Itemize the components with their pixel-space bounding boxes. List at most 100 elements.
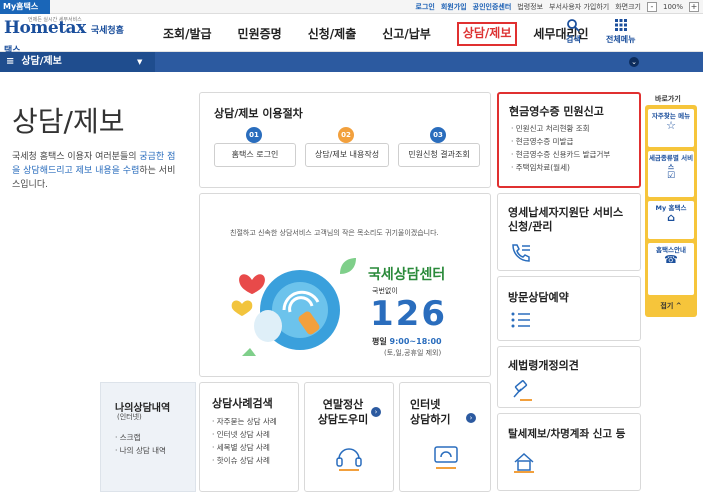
logo-tagline: 언제든 실시간 세무서비스 [28,17,82,23]
case-search-list: · 자주묻는 상담 사례 · 인터넷 상담 사례 · 세목별 상담 사례 · 핫… [212,415,277,467]
sub-menu-text: 상담/제보 [21,56,62,67]
case-search-title: 상담사례검색 [212,397,273,410]
procedure-title: 상담/제보 이용절차 [214,107,303,120]
list-item[interactable]: · 현금영수증 미발급 [511,135,610,148]
phone-list-icon [512,244,530,262]
zoom-out-button[interactable]: - [646,2,657,12]
hours-note: (토,일,공휴일 제외) [384,349,442,357]
check-icon: ☑ [666,171,676,181]
my-hometax-link[interactable]: My 홈택스 ⌂ [648,201,694,239]
signup-link[interactable]: 회원가입 [441,1,467,13]
list-item[interactable]: · 주택임차료(월세) [511,161,610,174]
hamburger-icon: ≡ [6,56,15,67]
hours-row: 평일 9:00~18:00 [372,337,442,346]
screen-size-label: 화면크기 [615,3,641,11]
call-center-banner: 친절하고 신속한 상담서비스 고객님의 작은 목소리도 귀기울이겠습니다. 국세… [199,193,491,377]
sub-menu-bar: ≡ 상담/제보 ▼ ⌄ [0,52,703,72]
center-name: 국세상담센터 [368,267,446,283]
search-icon [567,19,580,32]
dept-user-link[interactable]: 부서사용자 가입하기 [549,1,609,13]
tax-evasion-report-card[interactable]: 탈세제보/차명계좌 신고 등 [497,413,641,491]
list-item[interactable]: · 자주묻는 상담 사례 [212,415,277,428]
caret-down-icon: ▼ [137,58,143,66]
leaf-icon [340,258,356,274]
top-links: 로그인 회원가입 공인인증센터 법령정보 부서사용자 가입하기 화면크기 - 1… [416,1,699,13]
list-item[interactable]: · 나의 상담 내역 [115,444,166,457]
list-item[interactable]: · 핫이슈 상담 사례 [212,454,277,467]
list-item[interactable]: · 인터넷 상담 사례 [212,428,277,441]
grid-menu-icon [614,19,627,31]
step-login[interactable]: 홈택스 로그인 [214,143,296,167]
quick-link-panel: 자주찾는 메뉴 ☆ 세금종류별 서비스 ☑ My 홈택스 ⌂ 홈택스안내 ☎ 접… [645,105,697,317]
fold-button[interactable]: 접기 ^ [645,301,697,311]
procedure-panel: 상담/제보 이용절차 01 홈택스 로그인 02 상담/제보 내용작성 03 민… [199,92,491,188]
hometax-guide-link[interactable]: 홈택스안내 ☎ [648,243,694,295]
page-description: 국세청 홈택스 이용자 여러분들의 궁금한 점을 상담해드리고 제보 내용을 수… [12,152,176,190]
gavel-icon [513,380,532,401]
card-title: 탈세제보/차명계좌 신고 등 [508,428,626,440]
my-consult-list: · 스크랩 · 나의 상담 내역 [115,431,166,457]
cash-receipt-title: 현금영수증 민원신고 [509,105,604,118]
search-button[interactable]: 검색 [566,18,581,45]
all-menu-button[interactable]: 전체메뉴 [606,18,635,45]
step-number-1: 01 [246,127,262,143]
list-item[interactable]: · 민원신고 처리현황 조회 [511,122,610,135]
banner-intro: 친절하고 신속한 상담서비스 고객님의 작은 목소리도 귀기울이겠습니다. [230,229,439,237]
login-link[interactable]: 로그인 [416,1,435,13]
cert-center-link[interactable]: 공인인증센터 [473,1,512,13]
document-list-icon [511,312,530,328]
yearend-title: 연말정산 상담도우미 [317,398,369,426]
tax-law-opinion-card[interactable]: 세법령개정의견 [497,346,641,408]
nav-certificate[interactable]: 민원증명 [238,22,282,46]
step-write[interactable]: 상담/제보 내용작성 [305,143,389,167]
tax-type-service-link[interactable]: 세금종류별 서비스 ☑ [648,151,694,197]
arrow-right-icon: › [371,407,381,417]
search-label: 검색 [566,35,581,44]
global-nav: 조회/발급 민원증명 신청/제출 신고/납부 상담/제보 세무대리인 [163,22,615,46]
internet-title: 인터넷 상담하기 [410,398,451,426]
yearend-helper-card[interactable]: 연말정산 상담도우미 › [304,382,394,492]
nav-filing[interactable]: 신고/납부 [382,22,431,46]
card-title: 방문상담예약 [508,291,569,304]
nav-application[interactable]: 신청/제출 [308,22,357,46]
house-icon [514,452,534,473]
my-consult-sub: (인터넷) [117,413,142,421]
page-title: 상담/제보 [12,105,125,138]
sub-menu-label[interactable]: ≡ 상담/제보 [6,52,62,72]
all-menu-label: 전체메뉴 [606,35,636,44]
favorite-menu-link[interactable]: 자주찾는 메뉴 ☆ [648,109,694,147]
card-title: 영세납세자지원단 서비스 신청/관리 [508,206,624,233]
law-info-link[interactable]: 법령정보 [517,1,543,13]
my-hometax-tab[interactable]: My홈택스 [0,0,50,14]
my-consult-history-panel[interactable]: 나의상담내역 (인터넷) · 스크랩 · 나의 상담 내역 [100,382,196,492]
headset-illustration [231,270,340,356]
cash-receipt-list: · 민원신고 처리현황 조회 · 현금영수증 미발급 · 현금영수증 신용카드 … [511,122,610,174]
hometax-logo[interactable]: 언제든 실시간 세무서비스 Hometax 국세청홈택스 [4,17,124,56]
list-item[interactable]: · 현금영수증 신용카드 발급거부 [511,148,610,161]
guide-icon: ☎ [664,253,678,266]
headset-icon [336,448,362,471]
arrow-right-icon: › [466,413,476,423]
case-search-panel[interactable]: 상담사례검색 · 자주묻는 상담 사례 · 인터넷 상담 사례 · 세목별 상담… [199,382,299,492]
star-icon: ☆ [666,119,676,132]
person-icon: ⌂ [667,211,675,224]
quick-link-title: 바로가기 [655,95,681,103]
card-title: 세법령개정의견 [508,359,579,372]
step-number-3: 03 [430,127,446,143]
internet-consult-card[interactable]: 인터넷 상담하기 › [399,382,491,492]
zoom-level: 100% [662,3,683,11]
visit-consult-card[interactable]: 방문상담예약 [497,276,641,341]
nav-consult[interactable]: 상담/제보 [456,22,518,46]
step-number-2: 02 [338,127,354,143]
cash-receipt-panel[interactable]: 현금영수증 민원신고 · 민원신고 처리현황 조회 · 현금영수증 미발급 · … [497,92,641,188]
call-number: 126 [370,294,447,334]
chevron-down-icon[interactable]: ⌄ [629,57,639,67]
monitor-headset-icon [434,446,458,469]
list-item[interactable]: · 세목별 상담 사례 [212,441,277,454]
zoom-in-button[interactable]: + [689,2,699,12]
step-result[interactable]: 민원신청 결과조회 [398,143,480,167]
chevron-up-icon: ^ [675,302,682,310]
small-taxpayer-support-card[interactable]: 영세납세자지원단 서비스 신청/관리 [497,193,641,271]
list-item[interactable]: · 스크랩 [115,431,166,444]
nav-inquiry[interactable]: 조회/발급 [163,22,212,46]
